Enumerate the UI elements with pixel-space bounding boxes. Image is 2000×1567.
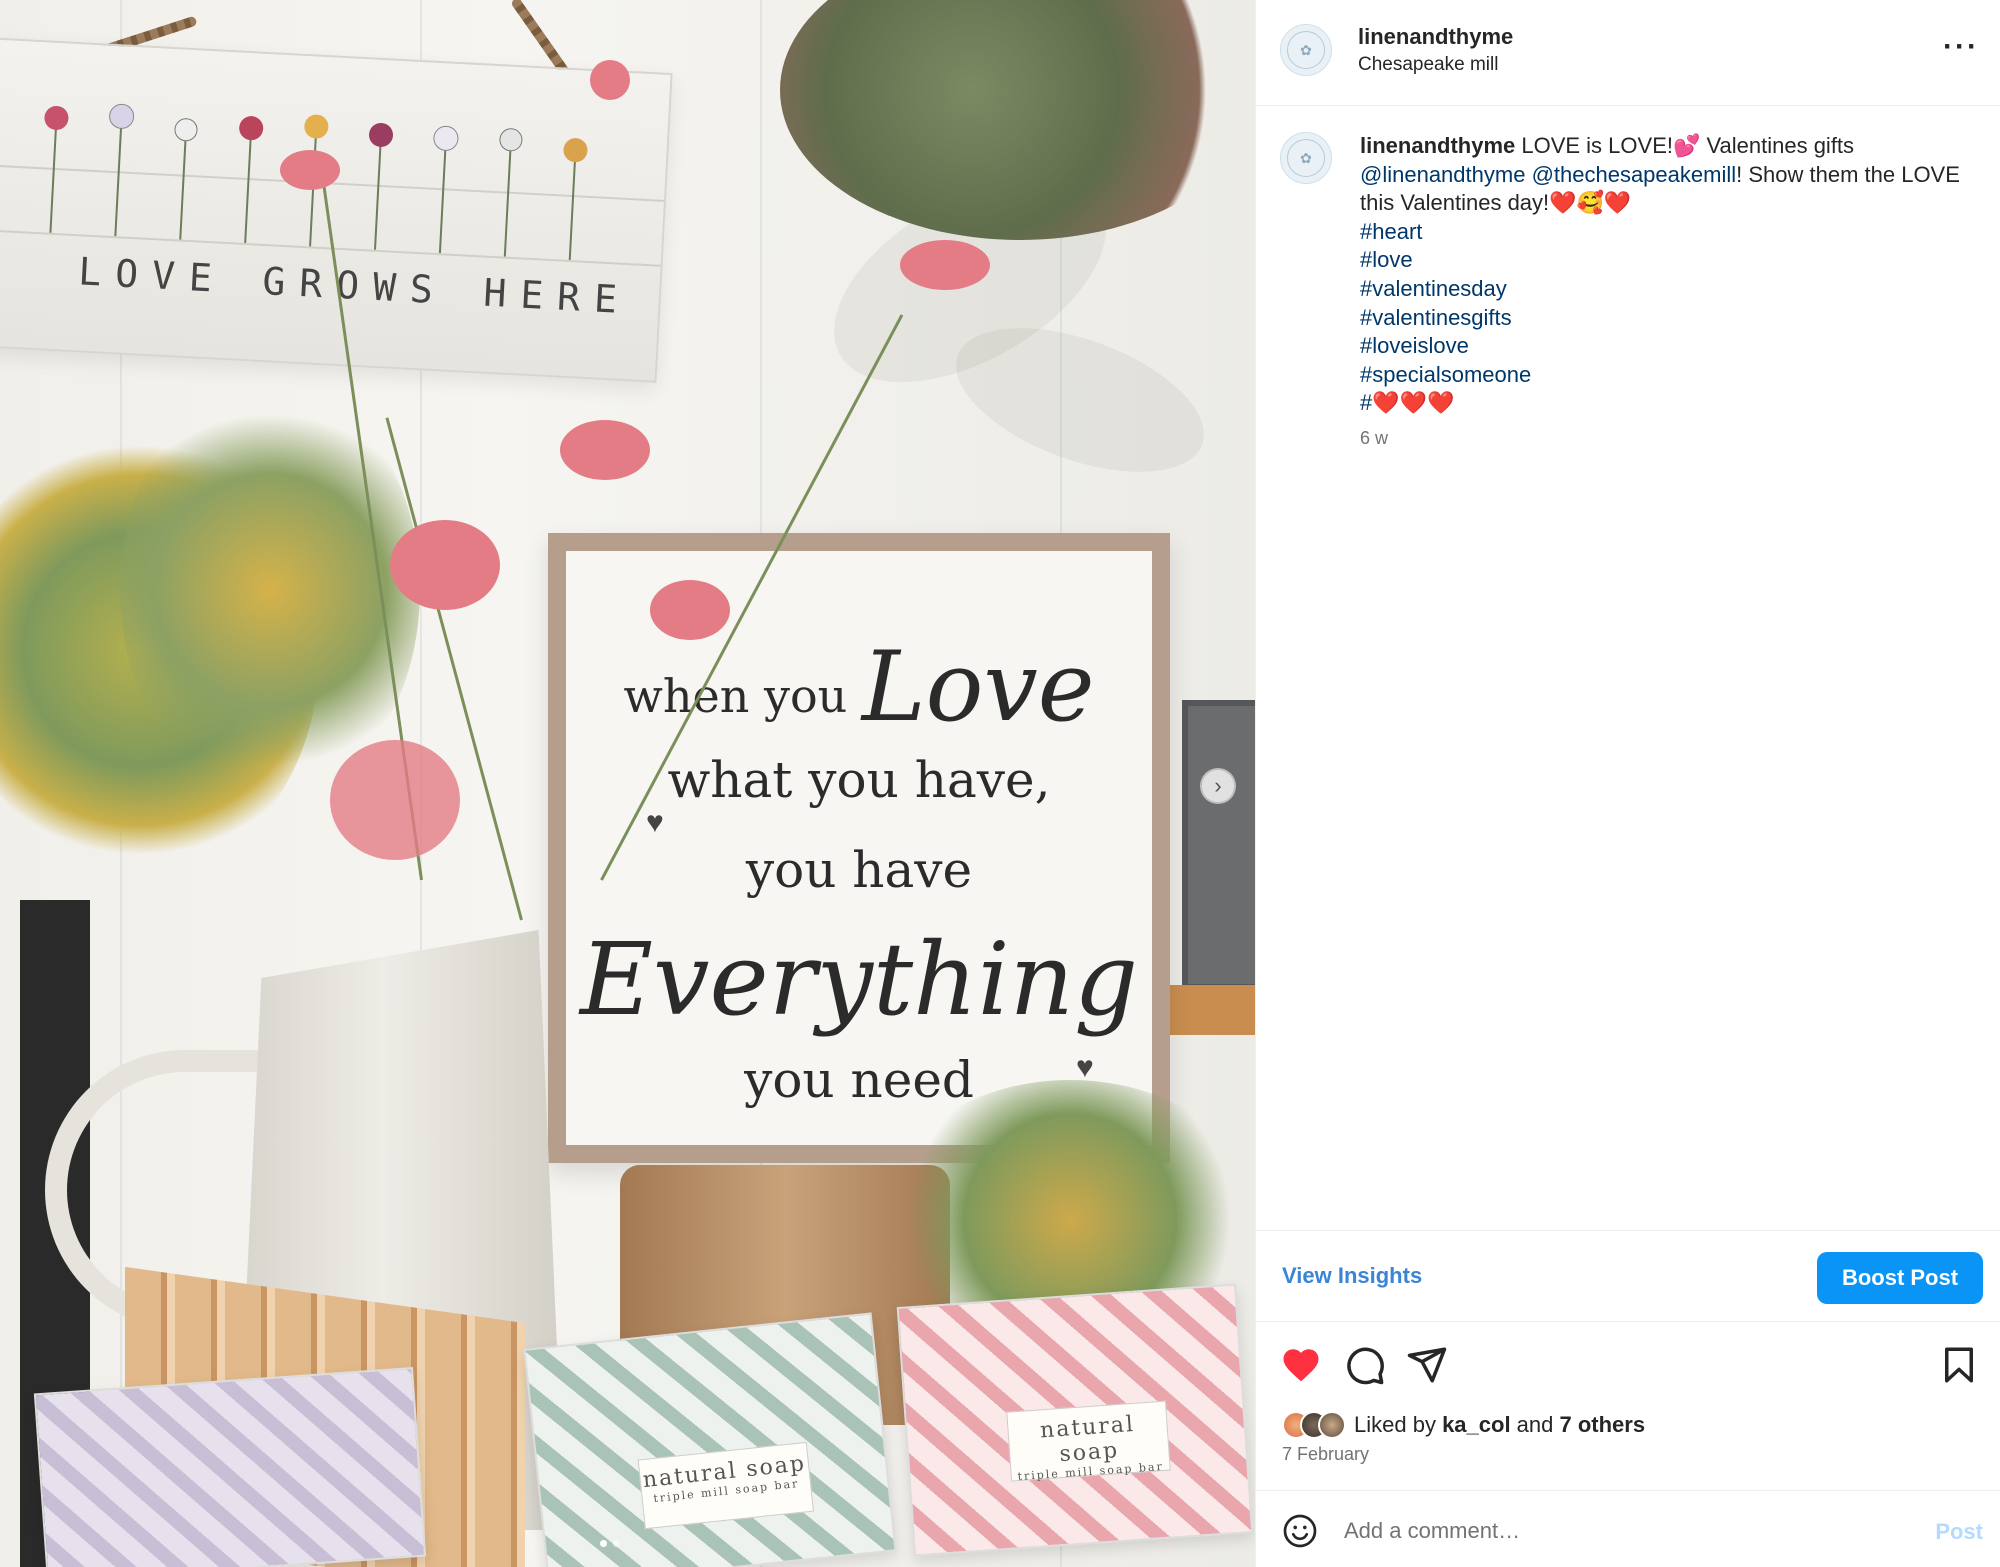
pink-blossom bbox=[330, 740, 460, 860]
hashtag-link[interactable]: #❤️❤️❤️ bbox=[1360, 390, 1454, 415]
next-photo-button[interactable]: › bbox=[1200, 768, 1236, 804]
caption-timestamp[interactable]: 6 w bbox=[1360, 428, 1388, 449]
avatar[interactable]: ✿ bbox=[1280, 132, 1332, 184]
pink-blossom bbox=[650, 580, 730, 640]
wood-shelf bbox=[1165, 985, 1255, 1035]
love-grows-sign: LOVE GROWS HERE bbox=[0, 37, 673, 383]
likes-summary: Liked by ka_col and 7 others bbox=[1282, 1410, 1645, 1440]
mention-link[interactable]: @thechesapeakemill bbox=[1532, 162, 1737, 187]
header-location[interactable]: Chesapeake mill bbox=[1358, 54, 1498, 76]
hashtag-link[interactable]: #specialsomeone bbox=[1360, 362, 1531, 387]
action-bar bbox=[1256, 1322, 2000, 1412]
liker-username[interactable]: ka_col bbox=[1442, 1412, 1511, 1437]
pink-blossom bbox=[390, 520, 500, 610]
pink-blossom bbox=[590, 60, 630, 100]
boost-post-button[interactable]: Boost Post bbox=[1817, 1252, 1983, 1304]
view-insights-link[interactable]: View Insights bbox=[1282, 1263, 1422, 1289]
avatar[interactable] bbox=[1318, 1411, 1346, 1439]
insights-bar: View Insights Boost Post bbox=[1256, 1230, 2000, 1322]
heart-doodle-icon: ♥ bbox=[646, 806, 664, 839]
post-date[interactable]: 7 February bbox=[1282, 1444, 1369, 1465]
quote-line-1-prefix: when you bbox=[623, 669, 848, 723]
hashtag-link[interactable]: #love bbox=[1360, 247, 1413, 272]
ellipsis-icon[interactable]: ··· bbox=[1943, 30, 1979, 64]
soap-label: natural soap triple mill soap bar bbox=[1006, 1400, 1171, 1483]
likes-others-link[interactable]: 7 others bbox=[1560, 1412, 1646, 1437]
send-icon[interactable] bbox=[1406, 1344, 1448, 1386]
soap-bar-pink: natural soap triple mill soap bar bbox=[896, 1283, 1254, 1557]
logo-icon: ✿ bbox=[1287, 31, 1325, 69]
carousel-dot bbox=[600, 1540, 607, 1547]
hashtag-link[interactable]: #valentinesday bbox=[1360, 276, 1507, 301]
logo-icon: ✿ bbox=[1287, 139, 1325, 177]
hashtag-link[interactable]: #loveislove bbox=[1360, 333, 1469, 358]
caption-username[interactable]: linenandthyme bbox=[1360, 133, 1515, 158]
quote-line-3: you have bbox=[745, 841, 973, 899]
heart-filled-icon[interactable] bbox=[1280, 1344, 1322, 1386]
caption-text-1: LOVE is LOVE!💕 Valentines gifts bbox=[1515, 133, 1855, 158]
header-username[interactable]: linenandthyme bbox=[1358, 24, 1513, 50]
quote-line-4: Everything bbox=[580, 921, 1138, 1038]
avatar[interactable]: ✿ bbox=[1280, 24, 1332, 76]
quote-line-1-script: Love bbox=[861, 631, 1095, 743]
grey-sign bbox=[1182, 700, 1255, 990]
eucalyptus-wreath bbox=[780, 0, 1255, 240]
post-photo[interactable]: LOVE GROWS HERE when you Love what you h… bbox=[0, 0, 1255, 1567]
bookmark-icon[interactable] bbox=[1938, 1344, 1980, 1386]
eucalyptus-bunch bbox=[120, 380, 420, 800]
likes-text: Liked by ka_col and 7 others bbox=[1354, 1412, 1645, 1438]
likes-prefix: Liked by bbox=[1354, 1412, 1443, 1437]
hashtag-link[interactable]: #valentinesgifts bbox=[1360, 305, 1512, 330]
chevron-right-icon: › bbox=[1214, 773, 1222, 798]
caption-text: linenandthyme LOVE is LOVE!💕 Valentines … bbox=[1360, 132, 1970, 418]
quote-frame: when you Love what you have, you have Ev… bbox=[548, 533, 1170, 1163]
post-comment-button[interactable]: Post bbox=[1935, 1519, 1983, 1545]
post-header: ✿ linenandthyme Chesapeake mill ··· bbox=[1256, 0, 2000, 106]
mention-link[interactable]: @linenandthyme bbox=[1360, 162, 1525, 187]
comment-input[interactable] bbox=[1344, 1511, 1864, 1551]
pink-blossom bbox=[280, 150, 340, 190]
likes-middle: and bbox=[1510, 1412, 1560, 1437]
soap-label: natural soap triple mill soap bar bbox=[637, 1441, 814, 1530]
carousel-dots bbox=[600, 1540, 620, 1547]
comment-bar: Post bbox=[1256, 1490, 2000, 1567]
soap-bar-green: natural soap triple mill soap bar bbox=[523, 1312, 897, 1567]
post-side-panel: ✿ linenandthyme Chesapeake mill ··· ✿ li… bbox=[1255, 0, 2000, 1567]
soap-bar-lilac bbox=[33, 1366, 427, 1567]
comment-icon[interactable] bbox=[1344, 1344, 1386, 1386]
carousel-dot bbox=[613, 1540, 620, 1547]
emoji-smile-icon[interactable] bbox=[1282, 1513, 1318, 1549]
hashtag-link[interactable]: #heart bbox=[1360, 219, 1422, 244]
pink-blossom bbox=[560, 420, 650, 480]
quote-line-1: when you Love bbox=[566, 631, 1152, 743]
pink-blossom bbox=[900, 240, 990, 290]
